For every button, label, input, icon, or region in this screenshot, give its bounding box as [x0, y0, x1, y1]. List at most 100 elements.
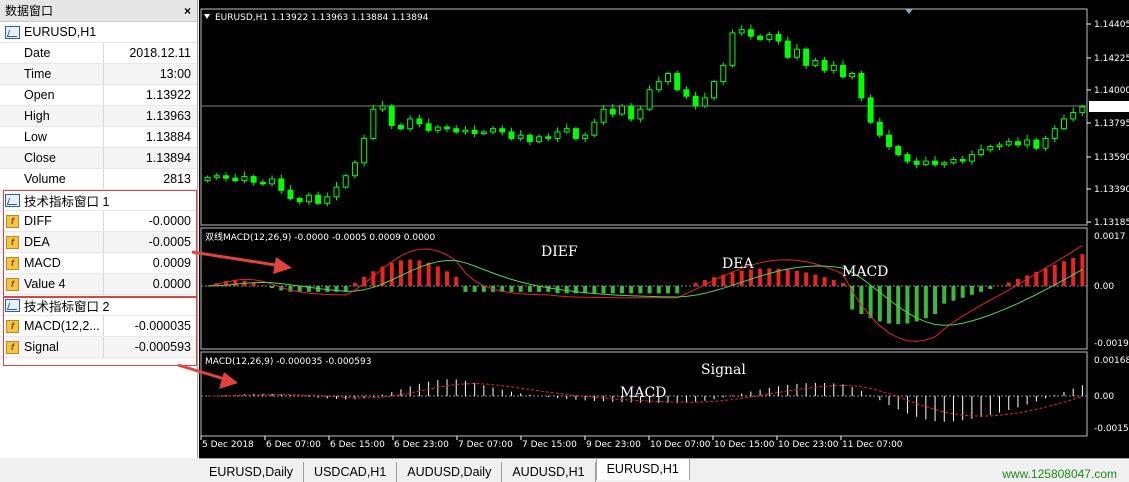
data-window-titlebar[interactable]: 数据窗口 × [0, 0, 197, 22]
bull-candle [978, 149, 985, 156]
data-row-value: 1.13884 [145, 130, 191, 144]
histogram-bar [417, 260, 422, 286]
data-window-title: 数据窗口 [5, 4, 54, 18]
tab-audusd-h1[interactable]: AUDUSD,H1 [502, 462, 596, 482]
histogram-bar [960, 286, 965, 298]
tab-audusd-daily[interactable]: AUDUSD,Daily [397, 462, 503, 482]
bull-candle [490, 128, 497, 133]
data-row: Open 1.13922 [0, 85, 197, 106]
bull-candle [434, 126, 441, 131]
histogram-bar [712, 277, 717, 286]
bear-candle [876, 121, 883, 136]
symbol-label: EURUSD,H1 [24, 25, 97, 39]
bear-candle [444, 126, 451, 130]
bull-candle [711, 81, 718, 99]
bear-candle [959, 159, 966, 162]
bear-candle [315, 194, 322, 204]
bear-candle [397, 124, 404, 130]
bear-candle [692, 95, 699, 107]
histogram-bar [527, 286, 532, 292]
bull-candle [941, 162, 948, 165]
time-axis-label: 5 Dec 2018 [202, 440, 254, 450]
bull-candle [342, 175, 349, 188]
bear-candle [609, 108, 616, 115]
highlight-box-1 [3, 190, 197, 297]
histogram-bar [270, 286, 275, 289]
histogram-bar [454, 276, 459, 286]
histogram-bar [435, 266, 440, 286]
bull-candle [1051, 128, 1058, 139]
histogram-bar [758, 268, 763, 286]
data-row: Volume 2813 [0, 169, 197, 190]
dea-annotation: DEA [722, 256, 754, 272]
histogram-bar [923, 286, 928, 319]
histogram-bar [804, 272, 809, 286]
bull-candle [407, 118, 414, 130]
chart-menu-triangle-icon [204, 14, 210, 19]
price-axis-label: 1.13795 [1094, 119, 1129, 129]
chart-canvas[interactable]: EURUSD,H1 1.13922 1.13963 1.13884 1.1389… [199, 0, 1129, 458]
candlestick-series [204, 24, 1086, 207]
histogram-bar [638, 286, 643, 294]
histogram-bar [1052, 264, 1057, 286]
macd2-annotation: MACD [620, 385, 666, 401]
histogram-bar [647, 286, 652, 294]
macd-annotation: MACD [842, 264, 888, 280]
close-icon[interactable]: × [184, 4, 191, 18]
bear-candle [775, 34, 782, 42]
bull-candle [849, 73, 856, 78]
histogram-bar [840, 282, 845, 286]
bear-candle [628, 105, 635, 120]
bull-candle [812, 60, 819, 66]
histogram-bar [463, 286, 468, 292]
data-row-label: Time [0, 64, 104, 84]
sub2-axis-label: -0.001502 [1094, 424, 1129, 434]
bull-candle [968, 154, 975, 162]
bull-candle [1005, 141, 1012, 146]
tab-eurusd-daily[interactable]: EURUSD,Daily [199, 462, 305, 482]
bull-candle [600, 108, 607, 123]
histogram-bar [260, 285, 265, 286]
data-row: High 1.13963 [0, 106, 197, 127]
bear-candle [932, 160, 939, 165]
time-axis-label: 11 Dec 07:00 [842, 440, 903, 450]
histogram-bar [546, 286, 551, 292]
bull-candle [618, 105, 625, 115]
histogram-bar [408, 259, 413, 286]
histogram-bar [831, 279, 836, 286]
bull-candle [582, 134, 589, 139]
bull-candle [536, 136, 543, 143]
dea-line [207, 259, 1083, 326]
highlight-box-2 [3, 297, 197, 366]
price-axis-label: 1.13390 [1094, 185, 1129, 195]
bear-candle [259, 181, 266, 185]
bull-candle [1042, 137, 1049, 149]
histogram-bar [445, 271, 450, 286]
histogram-bar [914, 286, 919, 322]
bull-candle [379, 105, 386, 110]
bear-candle [508, 131, 515, 139]
bull-candle [655, 81, 662, 91]
histogram-bar [859, 286, 864, 315]
bear-candle [839, 64, 846, 78]
histogram-bar [767, 268, 772, 286]
histogram-bar [1025, 275, 1030, 286]
histogram-bar [785, 269, 790, 286]
symbol-header: EURUSD,H1 [0, 22, 197, 43]
histogram-bar [822, 277, 827, 286]
bull-candle [996, 144, 1003, 148]
data-row-label: Low [0, 127, 104, 147]
tab-eurusd-h1[interactable]: EURUSD,H1 [595, 458, 690, 480]
bear-candle [913, 160, 920, 165]
bull-candle [729, 32, 736, 66]
histogram-bar [666, 286, 671, 294]
tab-usdcad-h1[interactable]: USDCAD,H1 [304, 462, 398, 482]
bear-candle [821, 60, 828, 71]
sub1-axis-label: 0.00 [1094, 282, 1114, 292]
histogram-bar [951, 286, 956, 301]
histogram-bar [518, 286, 523, 292]
bull-candle [637, 108, 644, 120]
time-axis-label: 10 Dec 23:00 [778, 440, 839, 450]
chart-area[interactable]: EURUSD,H1 1.13922 1.13963 1.13884 1.1389… [199, 0, 1129, 458]
shift-marker-icon [905, 9, 913, 14]
